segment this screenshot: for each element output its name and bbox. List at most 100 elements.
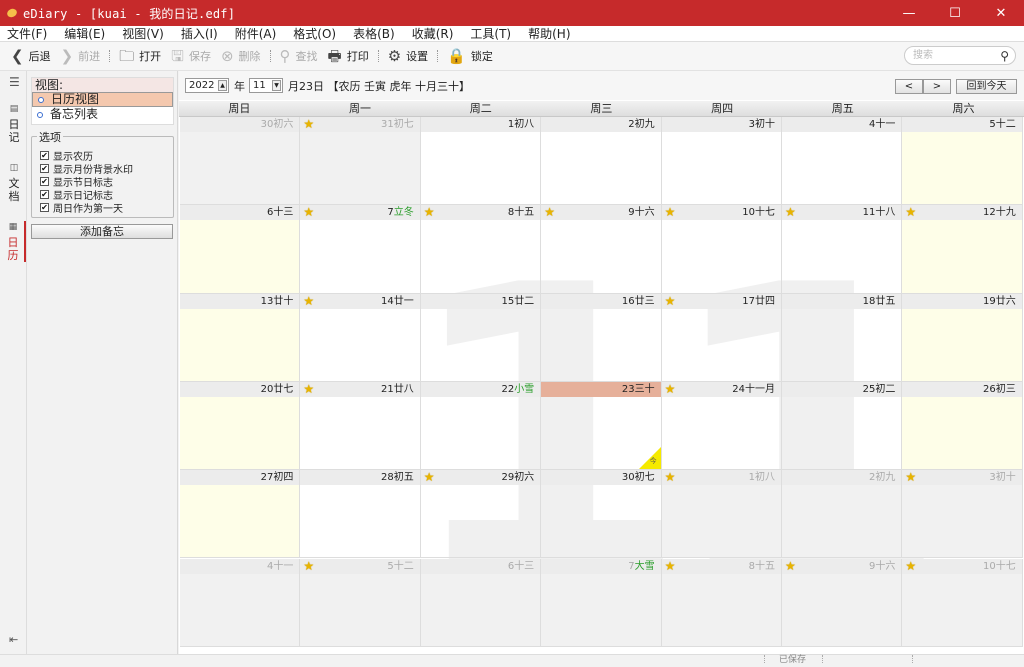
day-cell[interactable]: ★ 14廿一 xyxy=(300,293,421,382)
maximize-button[interactable]: ☐ xyxy=(932,0,978,26)
day-cell[interactable]: 4十一 xyxy=(782,117,903,206)
day-cell[interactable]: 19廿六 xyxy=(902,293,1023,382)
print-button[interactable]: 🖶 打印 xyxy=(323,45,374,67)
day-cell[interactable]: 18廿五 xyxy=(782,293,903,382)
rail-tab-diary[interactable]: ▤ 日 记 xyxy=(2,103,26,144)
day-cell[interactable]: 20廿七 xyxy=(180,381,301,471)
prev-month-button[interactable]: < xyxy=(895,79,923,94)
day-label: 18廿五 xyxy=(863,295,896,308)
day-cell[interactable]: 30初六 xyxy=(180,117,301,206)
day-cell[interactable]: 27初四 xyxy=(180,470,301,559)
lunar-date: 十三 xyxy=(273,207,294,219)
settings-button[interactable]: ⚙ 设置 xyxy=(383,45,433,67)
day-cell[interactable]: ★ 8十五 xyxy=(420,205,542,294)
day-label: 13廿十 xyxy=(261,295,294,308)
day-cell[interactable]: ★ 9十六 xyxy=(782,558,903,647)
day-number: 15 xyxy=(501,295,515,307)
menu-file[interactable]: 文件(F) xyxy=(0,25,56,42)
save-button[interactable]: 🖫 保存 xyxy=(166,45,216,67)
day-cell[interactable]: 2初九 xyxy=(782,470,903,559)
checkbox-checked-icon[interactable]: ✔ xyxy=(40,203,49,212)
rail-tab-calendar[interactable]: ▦ 日 历 xyxy=(2,221,26,262)
checkbox-checked-icon[interactable]: ✔ xyxy=(40,151,49,160)
day-cell[interactable]: 22小雪 xyxy=(420,381,542,471)
checkbox-checked-icon[interactable]: ✔ xyxy=(40,164,49,173)
folder-icon: 🗀 xyxy=(119,46,135,65)
day-cell[interactable]: 6十三 xyxy=(180,205,301,294)
day-cell[interactable]: ★ 7立冬 xyxy=(300,205,421,294)
rail-tab-docs[interactable]: ◫ 文 档 xyxy=(2,162,26,203)
forward-button[interactable]: ❯ 前进 xyxy=(56,45,106,67)
checkbox-checked-icon[interactable]: ✔ xyxy=(40,177,49,186)
minimize-button[interactable]: — xyxy=(886,0,932,26)
next-month-button[interactable]: > xyxy=(923,79,951,94)
day-cell[interactable]: 2初九 xyxy=(541,117,662,206)
day-cell[interactable]: ★ 31初七 xyxy=(300,117,421,206)
stepper-arrows-icon[interactable]: ▲ xyxy=(218,80,227,91)
diary-icon: ▤ xyxy=(9,104,19,114)
day-cell[interactable]: ★ 29初六 xyxy=(420,470,542,559)
day-cell[interactable]: ★ 10十七 xyxy=(902,558,1023,647)
menu-view[interactable]: 视图(V) xyxy=(114,25,173,42)
checkbox-checked-icon[interactable]: ✔ xyxy=(40,190,49,199)
lunar-date: 初十 xyxy=(995,472,1016,484)
day-cell[interactable]: ★ 9十六 xyxy=(541,205,662,294)
day-cell[interactable]: 3初十 xyxy=(661,117,782,206)
day-cell[interactable]: 23三十今 xyxy=(541,381,662,471)
menu-favorites[interactable]: 收藏(R) xyxy=(404,25,463,42)
day-cell[interactable]: 16廿三 xyxy=(541,293,662,382)
collapse-panel-icon[interactable]: ⇤ xyxy=(9,633,18,646)
menu-help[interactable]: 帮助(H) xyxy=(520,25,579,42)
day-cell[interactable]: 30初七 xyxy=(541,470,662,559)
chevron-down-icon[interactable]: ▼ xyxy=(272,80,281,91)
day-label: 1初八 xyxy=(749,471,775,484)
day-cell[interactable]: 25初二 xyxy=(782,381,903,471)
day-cell[interactable]: ★ 10十七 xyxy=(661,205,782,294)
hamburger-menu-icon[interactable]: ☰ xyxy=(9,75,20,89)
day-cell[interactable]: 7大雪 xyxy=(541,558,662,647)
lock-button[interactable]: 🔒 锁定 xyxy=(442,45,498,67)
day-cell[interactable]: 4十一 xyxy=(180,558,301,647)
day-cell[interactable]: ★ 24十一月 xyxy=(661,381,782,471)
lunar-date: 十五 xyxy=(514,207,535,219)
day-cell[interactable]: ★ 3初十 xyxy=(902,470,1023,559)
day-cell[interactable]: ★ 17廿四 xyxy=(661,293,782,382)
month-select[interactable]: 11 ▼ xyxy=(249,78,283,93)
find-button[interactable]: ⚲ 查找 xyxy=(275,45,323,67)
close-button[interactable]: ✕ xyxy=(978,0,1024,26)
add-memo-button[interactable]: 添加备忘 xyxy=(31,224,173,239)
option-sunday-first[interactable]: ✔ 周日作为第一天 xyxy=(40,200,123,215)
search-icon[interactable]: ⚲ xyxy=(1000,48,1009,65)
today-button[interactable]: 回到今天 xyxy=(956,79,1017,94)
day-cell[interactable]: ★ 1初八 xyxy=(661,470,782,559)
day-cell[interactable]: 6十三 xyxy=(420,558,542,647)
day-cell[interactable]: ★ 8十五 xyxy=(661,558,782,647)
menu-tools[interactable]: 工具(T) xyxy=(462,25,520,42)
menu-format[interactable]: 格式(O) xyxy=(285,25,345,42)
day-cell[interactable]: ★ 5十二 xyxy=(300,558,421,647)
day-cell[interactable]: ★ 11十八 xyxy=(782,205,903,294)
weekday-thu: 周四 xyxy=(711,102,734,115)
back-button[interactable]: ❮ 后退 xyxy=(6,45,56,67)
weekday-fri: 周五 xyxy=(831,102,854,115)
search-input[interactable]: 搜索 ⚲ xyxy=(904,46,1016,65)
day-cell[interactable]: 1初八 xyxy=(420,117,542,206)
menu-attachment[interactable]: 附件(A) xyxy=(227,25,286,42)
day-cell[interactable]: 28初五 xyxy=(300,470,421,559)
day-cell[interactable]: 26初三 xyxy=(902,381,1023,471)
day-cell[interactable]: ★ 21廿八 xyxy=(300,381,421,471)
day-number: 17 xyxy=(742,295,755,307)
delete-button[interactable]: ⊗ 删除 xyxy=(216,45,266,67)
menu-table[interactable]: 表格(B) xyxy=(345,25,404,42)
rail-tab-docs-label: 文 档 xyxy=(8,177,20,203)
day-cell[interactable]: 15廿二 xyxy=(420,293,542,382)
menu-edit[interactable]: 编辑(E) xyxy=(56,25,114,42)
view-item-calendar[interactable]: 日历视图 xyxy=(32,92,173,107)
year-stepper[interactable]: 2022 ▲ xyxy=(185,78,229,93)
day-cell[interactable]: ★ 12十九 xyxy=(902,205,1023,294)
view-item-memo-list[interactable]: 备忘列表 xyxy=(32,107,173,122)
day-cell[interactable]: 5十二 xyxy=(902,117,1023,206)
open-button[interactable]: 🗀 打开 xyxy=(114,45,166,67)
menu-insert[interactable]: 插入(I) xyxy=(173,25,227,42)
day-cell[interactable]: 13廿十 xyxy=(180,293,301,382)
